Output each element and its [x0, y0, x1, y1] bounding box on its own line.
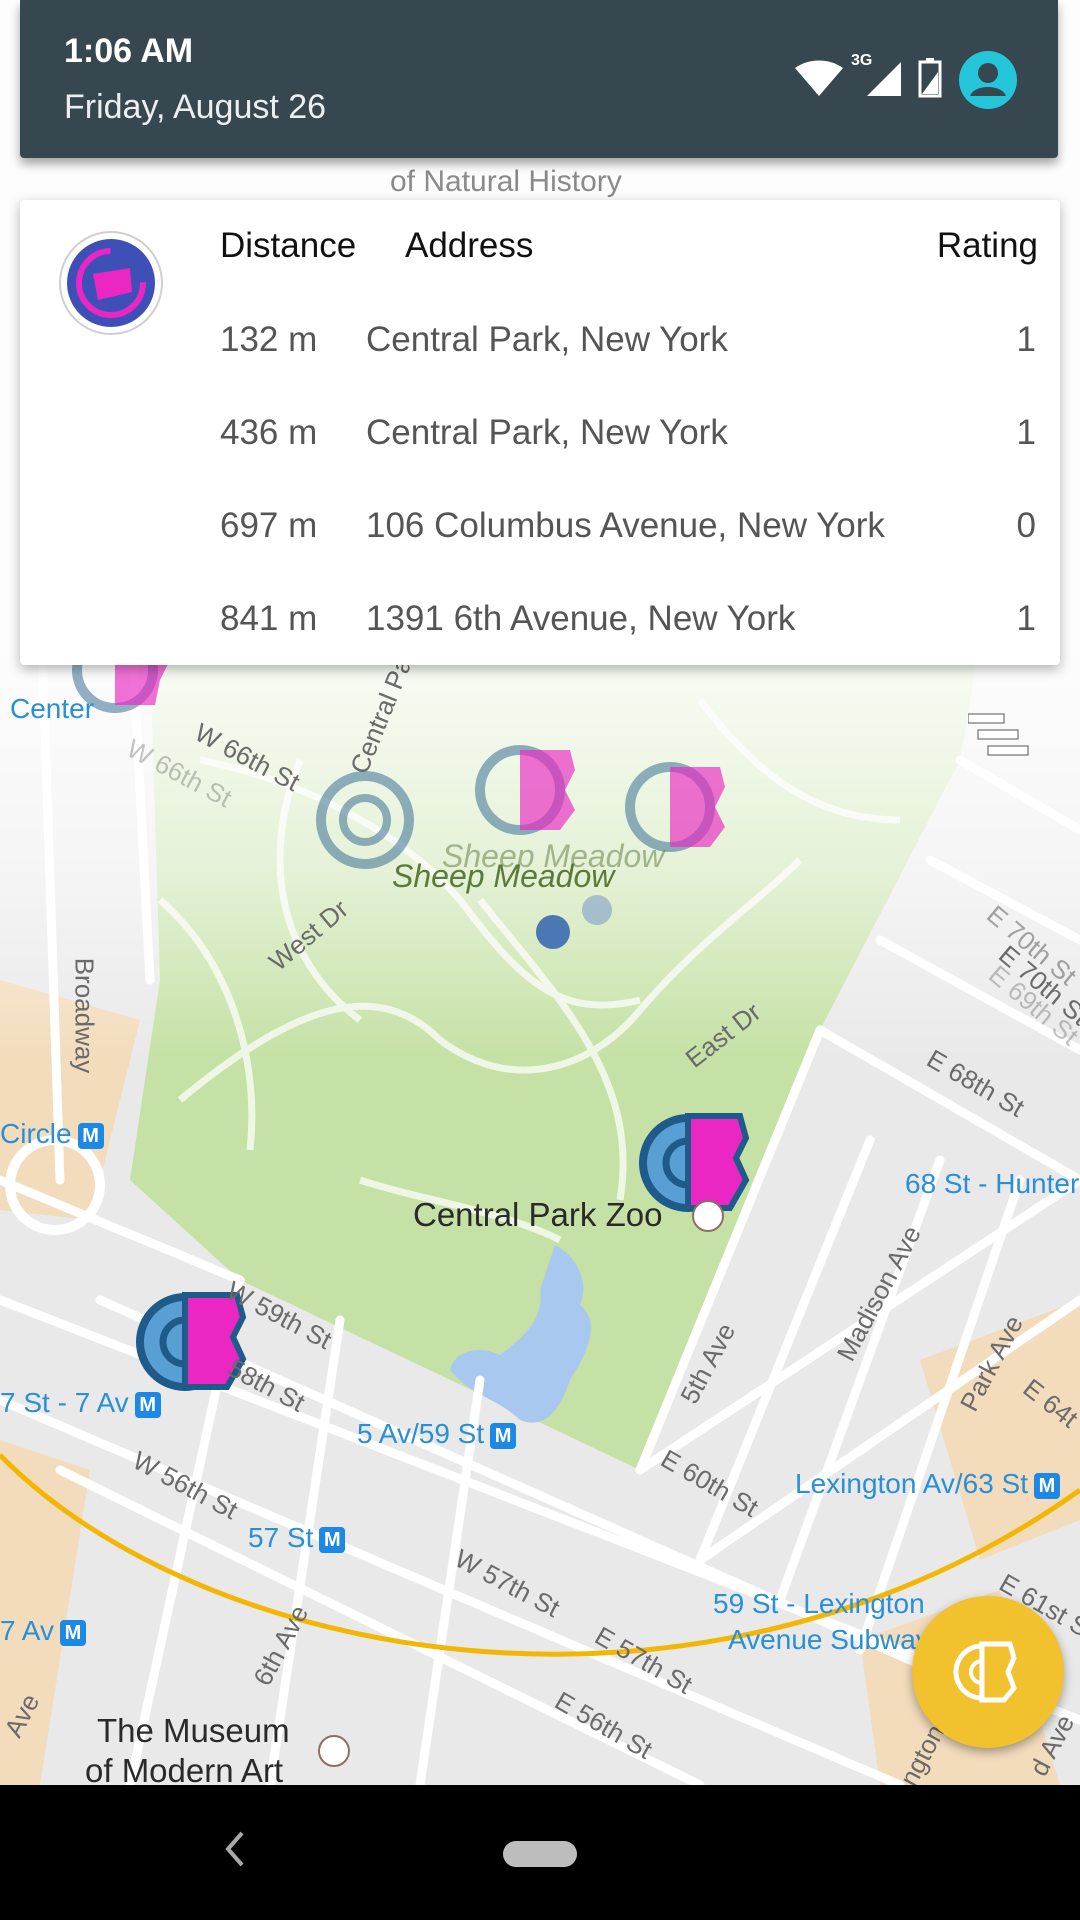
clock-time: 1:06 AM [64, 32, 194, 70]
gym-address: 106 Columbus Avenue, New York [366, 506, 885, 545]
map-label-transit: 57 St M [248, 1522, 346, 1554]
map-label-street: Broadway [69, 957, 100, 1074]
layers-icon [967, 713, 1029, 756]
gym-row[interactable]: 132 m Central Park, New York 1 [20, 320, 1060, 413]
header-rating: Rating [936, 226, 1038, 265]
map-label-transit: 68 St - Hunter [905, 1168, 1080, 1199]
header-distance: Distance [220, 226, 357, 265]
gym-address: Central Park, New York [366, 413, 728, 452]
gym-distance: 436 m [220, 413, 318, 452]
map-label-transit: 7 Av M [0, 1615, 86, 1647]
user-location-ghost-dot [582, 895, 612, 925]
map-label: of Natural History [390, 165, 622, 198]
nearby-gyms-card: Distance Address Rating 132 m Central Pa… [20, 200, 1060, 665]
team-gym-icon [953, 1641, 1017, 1703]
team-gym-fab[interactable] [912, 1596, 1064, 1748]
zoo-icon [692, 1200, 724, 1232]
gym-marker-faded-icon[interactable] [475, 740, 585, 840]
map-label-park: Sheep Meadow [392, 858, 615, 894]
metro-icon: M [490, 1422, 517, 1449]
layers-button[interactable] [967, 710, 1040, 770]
gym-marker-faded-icon[interactable] [315, 770, 415, 870]
back-icon[interactable] [222, 1827, 248, 1871]
map-label-transit: 5 Av/59 St M [357, 1418, 517, 1450]
gym-address: Central Park, New York [366, 320, 728, 359]
gym-row[interactable]: 841 m 1391 6th Avenue, New York 1 [20, 599, 1060, 692]
gym-distance: 132 m [220, 320, 318, 359]
user-location-dot [536, 915, 570, 949]
map-label-poi: The Museum [97, 1712, 290, 1749]
account-icon[interactable] [958, 50, 1018, 115]
clock-date: Friday, August 26 [64, 88, 327, 126]
metro-icon: M [77, 1122, 104, 1149]
network-type: 3G [851, 52, 873, 69]
map-label-poi: of Modern Art [85, 1752, 284, 1785]
map-label-transit: 7 St - 7 Av M [0, 1387, 161, 1419]
gym-rating: 0 [1016, 506, 1036, 545]
metro-icon: M [1034, 1472, 1060, 1499]
map-label-transit: 59 St - Lexington [713, 1588, 925, 1619]
notification-shade-header: 1:06 AM Friday, August 26 3G [20, 0, 1058, 158]
cell-signal-icon[interactable]: 3G [851, 52, 903, 103]
header-address: Address [405, 226, 534, 265]
gym-distance: 697 m [220, 506, 318, 545]
gym-rating: 1 [1016, 320, 1036, 359]
map-label-transit: Lexington Av/63 St M [795, 1468, 1060, 1500]
system-nav-bar [0, 1785, 1080, 1920]
home-pill-icon[interactable] [503, 1841, 577, 1867]
map-label-poi: Central Park Zoo [413, 1196, 663, 1233]
battery-icon[interactable] [917, 58, 943, 103]
metro-icon: M [134, 1391, 161, 1418]
museum-icon [318, 1735, 350, 1767]
gym-address: 1391 6th Avenue, New York [366, 599, 796, 638]
gym-row[interactable]: 697 m 106 Columbus Avenue, New York 0 [20, 506, 1060, 599]
wifi-icon[interactable] [795, 60, 843, 103]
metro-icon: M [59, 1619, 86, 1646]
map-label-transit: Avenue Subway [728, 1624, 930, 1655]
gym-row[interactable]: 436 m Central Park, New York 1 [20, 413, 1060, 506]
map-label-transit: Circle M [0, 1118, 104, 1150]
gym-distance: 841 m [220, 599, 318, 638]
gym-rating: 1 [1016, 413, 1036, 452]
gym-rating: 1 [1016, 599, 1036, 638]
metro-icon: M [319, 1526, 346, 1553]
map-label-transit: Center [10, 693, 95, 724]
